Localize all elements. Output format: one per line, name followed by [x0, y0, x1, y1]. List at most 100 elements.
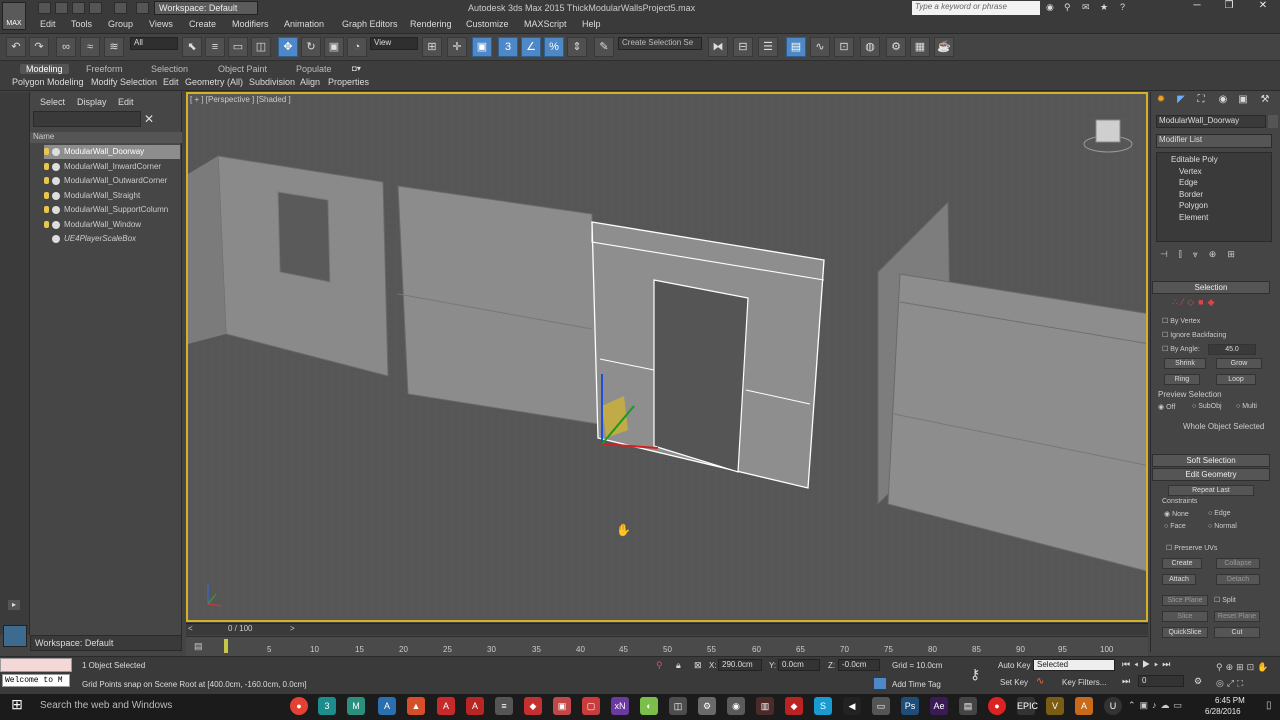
name-column-header[interactable]: Name [30, 132, 182, 143]
light-bulb-icon[interactable] [44, 177, 49, 185]
app-monitor-icon[interactable]: ▭ [872, 697, 890, 715]
scene-explorer-display-tab[interactable]: Display [77, 97, 107, 107]
percent-snap-icon[interactable]: % [544, 37, 564, 57]
by-angle-checkbox[interactable]: ☐ By Angle: [1162, 345, 1200, 353]
shrink-button[interactable]: Shrink [1164, 358, 1206, 369]
light-bulb-icon[interactable] [44, 163, 49, 171]
open-icon[interactable] [55, 2, 68, 14]
time-tag-icon[interactable] [874, 678, 886, 689]
edit-geometry-rollout[interactable]: Edit Geometry [1152, 468, 1270, 481]
menu-maxscript[interactable]: MAXScript [524, 19, 567, 29]
menu-create[interactable]: Create [189, 19, 216, 29]
scene-object-row[interactable]: UE4PlayerScaleBox [44, 232, 180, 246]
absolute-mode-icon[interactable]: ⊠ [694, 660, 702, 671]
manipulate-icon[interactable]: ✛ [447, 37, 467, 57]
isolate-icon[interactable]: ⚲ [656, 660, 663, 671]
record-icon[interactable]: ● [988, 697, 1006, 715]
app-green-icon[interactable]: ◐ [640, 697, 658, 715]
chrome-icon[interactable]: ● [290, 697, 308, 715]
constraint-face-radio[interactable]: ○ Face [1164, 523, 1186, 530]
by-angle-input[interactable]: 45.0 [1208, 344, 1256, 355]
workspace-dropdown[interactable]: Workspace: Default [154, 1, 258, 15]
scene-object-row[interactable]: ModularWall_Doorway [44, 145, 180, 159]
unreal-icon[interactable]: U [1104, 697, 1122, 715]
scene-object-row[interactable]: ModularWall_OutwardCorner [44, 174, 180, 188]
expand-arrow-icon[interactable]: ▸ [8, 600, 20, 610]
select-and-move-icon[interactable]: ✥ [278, 37, 298, 57]
undo-icon[interactable]: ↶ [6, 37, 26, 57]
curve-editor-icon[interactable]: ∿ [810, 37, 830, 57]
epic-games-icon[interactable]: EPIC [1017, 697, 1038, 715]
3dsmax-icon[interactable]: 3 [318, 697, 336, 715]
viewport-navigation-icons[interactable]: ⚲⊕⊞⊡✋◎⤢⛶ [1216, 659, 1278, 691]
ribbon-properties[interactable]: Properties [328, 77, 369, 87]
time-prev-icon[interactable]: < [188, 624, 193, 633]
clear-search-icon[interactable]: ✕ [144, 112, 156, 126]
preview-multi-radio[interactable]: ○ Multi [1236, 403, 1257, 410]
taskbar-search[interactable]: Search the web and Windows [40, 700, 172, 711]
angle-snap-icon[interactable]: ∠ [521, 37, 541, 57]
window-crossing-icon[interactable]: ◫ [251, 37, 271, 57]
x-coordinate-input[interactable]: 290.0cm [718, 659, 762, 671]
named-selection-dropdown[interactable]: Create Selection Se [618, 37, 702, 50]
edit-named-selection-icon[interactable]: ✎ [594, 37, 614, 57]
acrobat-reader-icon[interactable]: A [466, 697, 484, 715]
utilities-panel-icon[interactable]: ⚒ [1258, 94, 1272, 108]
object-color-swatch[interactable] [1268, 115, 1278, 128]
app-steam-icon[interactable]: ⚙ [698, 697, 716, 715]
menu-group[interactable]: Group [108, 19, 133, 29]
key-mode-dropdown[interactable]: Selected [1033, 659, 1115, 671]
skype-icon[interactable]: S [814, 697, 832, 715]
soft-selection-rollout[interactable]: Soft Selection [1152, 454, 1270, 467]
loop-button[interactable]: Loop [1216, 374, 1256, 385]
detach-button[interactable]: Detach [1216, 574, 1260, 585]
maxscript-listener-mini[interactable] [0, 658, 72, 672]
scene-search-input[interactable] [33, 111, 141, 127]
y-coordinate-input[interactable]: 0.0cm [778, 659, 820, 671]
redo-icon[interactable]: ↷ [29, 37, 49, 57]
constraint-normal-radio[interactable]: ○ Normal [1208, 523, 1237, 530]
stack-tools-icons[interactable]: ⊣⫿⩔⊕⊞ [1160, 249, 1270, 261]
grow-button[interactable]: Grow [1216, 358, 1262, 369]
split-checkbox[interactable]: ☐ Split [1214, 596, 1236, 604]
rectangular-selection-icon[interactable]: ▭ [228, 37, 248, 57]
app-gray-icon[interactable]: ≡ [495, 697, 513, 715]
scene-explorer-select-tab[interactable]: Select [40, 97, 65, 107]
ribbon-geometry-all[interactable]: Geometry (All) [185, 77, 243, 87]
select-object-icon[interactable]: ⬉ [182, 37, 202, 57]
ribbon-polygon-modeling[interactable]: Polygon Modeling [12, 77, 84, 87]
key-mode-toggle-icon[interactable]: ⏭ [1122, 676, 1130, 687]
tab-freeform[interactable]: Freeform [86, 64, 123, 74]
time-next-icon[interactable]: > [290, 624, 295, 633]
select-by-name-icon[interactable]: ≡ [205, 37, 225, 57]
hierarchy-panel-icon[interactable]: ⛶ [1194, 94, 1208, 108]
schematic-view-icon[interactable]: ⊡ [834, 37, 854, 57]
tab-modeling[interactable]: Modeling [20, 64, 69, 74]
ring-button[interactable]: Ring [1164, 374, 1200, 385]
mini-curve-editor-icon[interactable]: ▤ [194, 641, 203, 652]
menu-customize[interactable]: Customize [466, 19, 509, 29]
reset-plane-button[interactable]: Reset Plane [1214, 611, 1260, 622]
select-and-rotate-icon[interactable]: ↻ [301, 37, 321, 57]
light-bulb-icon[interactable] [44, 192, 49, 200]
time-configuration-icon[interactable]: ⚙ [1194, 676, 1202, 687]
workspace-selector[interactable]: Workspace: Default [30, 635, 182, 651]
menu-views[interactable]: Views [149, 19, 173, 29]
by-vertex-checkbox[interactable]: ☐ By Vertex [1162, 317, 1200, 325]
stack-edge[interactable]: Edge [1157, 178, 1271, 190]
selection-rollout[interactable]: Selection [1152, 281, 1270, 294]
bind-space-warp-icon[interactable]: ≋ [104, 37, 124, 57]
toggle-scene-explorer-icon[interactable]: ▤ [786, 37, 806, 57]
light-bulb-icon[interactable] [44, 148, 49, 156]
time-marker[interactable] [224, 639, 228, 653]
undo-quick-icon[interactable] [89, 2, 102, 14]
create-panel-icon[interactable]: ✹ [1154, 94, 1168, 108]
after-effects-icon[interactable]: Ae [930, 697, 948, 715]
lock-selection-icon[interactable]: 🔒︎ [676, 660, 681, 671]
visibility-icon[interactable] [52, 234, 60, 243]
key-tangent-icon[interactable]: ∿ [1036, 676, 1044, 687]
tab-object-paint[interactable]: Object Paint [218, 64, 267, 74]
object-name-field[interactable]: ModularWall_Doorway [1156, 115, 1266, 128]
visibility-icon[interactable] [52, 205, 60, 214]
slice-plane-button[interactable]: Slice Plane [1162, 595, 1208, 606]
